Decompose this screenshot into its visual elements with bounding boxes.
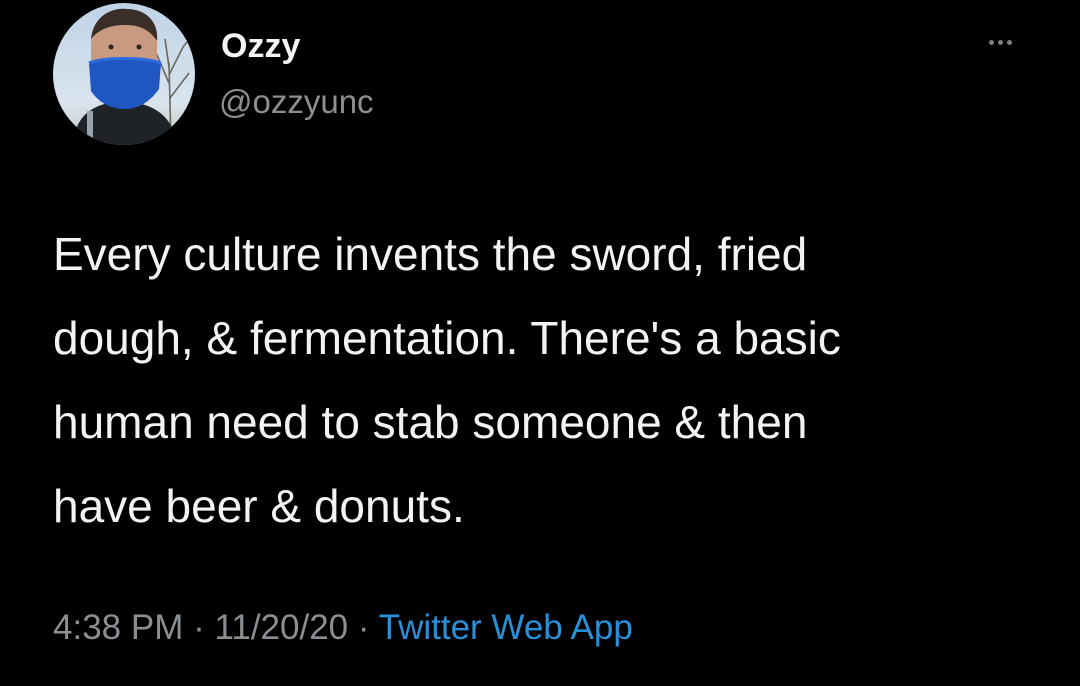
more-options-button[interactable] [980,30,1020,54]
tweet-text-line: human need to stab someone & then [53,396,808,448]
more-horizontal-icon [988,39,994,45]
tweet-source-link[interactable]: Twitter Web App [379,608,633,647]
more-horizontal-icon [997,39,1003,45]
tweet-time[interactable]: 4:38 PM [53,608,183,647]
tweet-text: Every culture invents the sword, fried d… [53,212,1043,548]
more-horizontal-icon [1006,39,1012,45]
tweet-metadata: 4:38 PM · 11/20/20 · Twitter Web App [53,604,633,652]
user-handle[interactable]: @ozzyunc [219,82,374,122]
avatar-image [53,3,195,145]
tweet-text-line: have beer & donuts. [53,480,465,532]
avatar[interactable] [53,3,195,145]
display-name[interactable]: Ozzy [221,24,300,68]
tweet-text-line: Every culture invents the sword, fried [53,228,808,280]
tweet-date[interactable]: 11/20/20 [214,608,348,647]
meta-separator: · [193,608,205,647]
meta-separator: · [357,608,370,647]
tweet-card: Ozzy @ozzyunc Every culture invents the … [0,0,1080,686]
tweet-text-line: dough, & fermentation. There's a basic [53,312,841,364]
